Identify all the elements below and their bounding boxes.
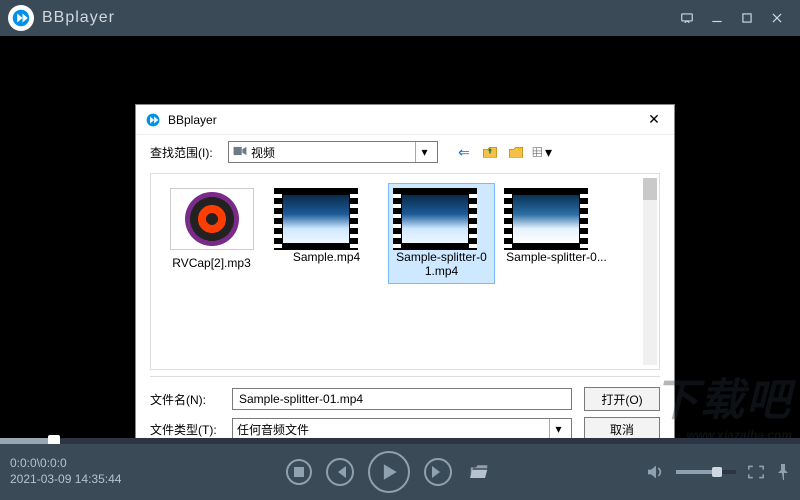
dialog-nav-icons: ⇐ ▾ <box>454 142 552 162</box>
file-item[interactable]: RVCap[2].mp3 <box>159 188 264 270</box>
video-file-icon <box>504 188 588 250</box>
file-name: Sample-splitter-0... <box>504 250 609 264</box>
app-logo <box>8 5 34 31</box>
up-folder-icon[interactable] <box>480 142 500 162</box>
new-folder-icon[interactable] <box>506 142 526 162</box>
audio-file-icon <box>170 188 254 250</box>
file-name: Sample-splitter-01.mp4 <box>393 250 490 279</box>
control-bar: 0:0:0\0:0:0 2021-03-09 14:35:44 <box>0 444 800 500</box>
file-list-scrollbar[interactable] <box>643 178 657 365</box>
video-file-icon <box>393 188 477 250</box>
open-file-dialog: BBplayer ✕ 查找范围(I): 视频 ▾ ⇐ <box>135 104 675 454</box>
filename-label: 文件名(N): <box>150 391 220 408</box>
back-icon[interactable]: ⇐ <box>454 142 474 162</box>
clock-time: 2021-03-09 14:35:44 <box>10 472 130 488</box>
file-name: Sample.mp4 <box>274 250 379 264</box>
play-button[interactable] <box>368 451 410 493</box>
chevron-down-icon: ▾ <box>549 419 567 439</box>
filetype-dropdown[interactable]: 任何音频文件 ▾ <box>232 418 572 440</box>
filename-input[interactable] <box>232 388 572 410</box>
dialog-title: BBplayer <box>168 113 217 127</box>
elapsed-time: 0:0:0\0:0:0 <box>10 456 130 472</box>
video-file-icon <box>274 188 358 250</box>
app-title: BBplayer <box>42 9 115 27</box>
open-button[interactable]: 打开(O) <box>584 387 660 411</box>
fullscreen-button[interactable] <box>748 465 764 479</box>
video-area[interactable]: BBplayer ✕ 查找范围(I): 视频 ▾ ⇐ <box>0 36 800 438</box>
camera-icon <box>233 145 247 160</box>
chevron-down-icon: ▾ <box>415 142 433 162</box>
dialog-titlebar: BBplayer ✕ <box>136 105 674 135</box>
file-item[interactable]: Sample-splitter-0... <box>504 188 609 264</box>
lookin-label: 查找范围(I): <box>150 144 220 161</box>
file-item-selected[interactable]: Sample-splitter-01.mp4 <box>389 184 494 283</box>
dialog-logo <box>144 111 162 129</box>
feedback-icon[interactable] <box>672 3 702 33</box>
next-button[interactable] <box>424 458 452 486</box>
volume-slider[interactable] <box>676 470 736 474</box>
pin-button[interactable] <box>776 464 790 480</box>
file-name: RVCap[2].mp3 <box>159 256 264 270</box>
time-display: 0:0:0\0:0:0 2021-03-09 14:35:44 <box>10 456 130 487</box>
view-menu-icon[interactable]: ▾ <box>532 142 552 162</box>
lookin-dropdown[interactable]: 视频 ▾ <box>228 141 438 163</box>
file-list: RVCap[2].mp3 Sample.mp4 Sample-splitter-… <box>150 173 660 370</box>
prev-button[interactable] <box>326 458 354 486</box>
player-window: BBplayer BBplayer ✕ 查找范围(I): <box>0 0 800 500</box>
dialog-close-button[interactable]: ✕ <box>642 108 666 132</box>
filetype-value: 任何音频文件 <box>237 421 309 438</box>
lookin-value: 视频 <box>251 144 411 161</box>
file-item[interactable]: Sample.mp4 <box>274 188 379 264</box>
volume-icon[interactable] <box>648 465 664 479</box>
filetype-label: 文件类型(T): <box>150 421 220 438</box>
open-file-button[interactable] <box>466 459 492 485</box>
minimize-button[interactable] <box>702 3 732 33</box>
stop-button[interactable] <box>286 459 312 485</box>
maximize-button[interactable] <box>732 3 762 33</box>
close-button[interactable] <box>762 3 792 33</box>
titlebar: BBplayer <box>0 0 800 36</box>
lookin-row: 查找范围(I): 视频 ▾ ⇐ <box>136 135 674 169</box>
